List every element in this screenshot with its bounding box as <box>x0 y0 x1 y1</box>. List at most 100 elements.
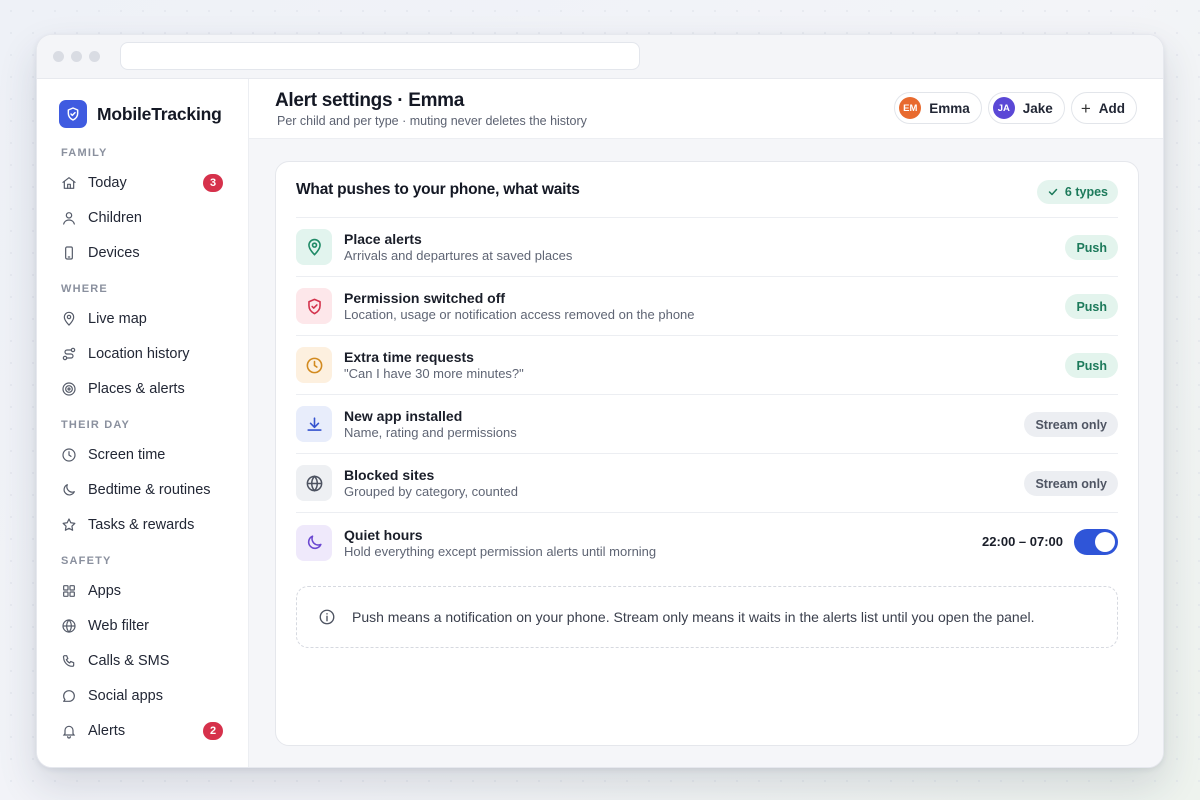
sidebar-item-label: Web filter <box>88 617 149 634</box>
alert-types-card: What pushes to your phone, what waits 6 … <box>275 161 1139 746</box>
sidebar-item-social-apps[interactable]: Social apps <box>59 678 227 713</box>
child-name: Jake <box>1022 100 1053 116</box>
sidebar-item-screen-time[interactable]: Screen time <box>59 437 227 472</box>
sidebar-item-label: Screen time <box>88 446 166 463</box>
child-chip-emma[interactable]: EM Emma <box>894 92 982 124</box>
moon-icon <box>63 483 75 495</box>
alert-row-place-alerts[interactable]: Place alerts Arrivals and departures at … <box>296 218 1118 277</box>
sidebar-item-label: Apps <box>88 582 122 599</box>
alert-row-extra-time-requests[interactable]: Extra time requests "Can I have 30 more … <box>296 336 1118 395</box>
sidebar-item-live-map[interactable]: Live map <box>59 301 227 336</box>
info-note-text: Push means a notification on your phone.… <box>352 609 1035 625</box>
sidebar: MobileTracking FAMILY Today 3 Children D… <box>37 79 249 767</box>
map-pin-icon <box>63 311 75 326</box>
alert-row-title: Extra time requests <box>344 349 474 365</box>
types-count-label: 6 types <box>1064 185 1108 199</box>
sidebar-item-today[interactable]: Today 3 <box>59 165 227 200</box>
alert-row-permission-switched-off[interactable]: Permission switched off Location, usage … <box>296 277 1118 336</box>
delivery-mode-push[interactable]: Push <box>1065 294 1118 319</box>
alert-row-new-app-installed[interactable]: New app installed Name, rating and permi… <box>296 395 1118 454</box>
alert-row-description: Hold everything except permission alerts… <box>344 543 657 559</box>
sidebar-item-label: Social apps <box>88 687 163 704</box>
unread-badge: 2 <box>203 722 223 740</box>
section-label-where: WHERE <box>61 283 108 295</box>
plus-icon: + <box>1080 98 1091 118</box>
child-name: Emma <box>929 100 970 116</box>
info-icon <box>319 609 335 625</box>
alert-row-blocked-sites[interactable]: Blocked sites Grouped by category, count… <box>296 454 1118 513</box>
sidebar-item-label: Places & alerts <box>88 380 185 397</box>
sidebar-item-label: Calls & SMS <box>88 652 170 669</box>
app-window: MobileTracking FAMILY Today 3 Children D… <box>36 34 1164 768</box>
globe-icon <box>62 618 76 633</box>
browser-chrome <box>37 35 1163 79</box>
brand[interactable]: MobileTracking <box>59 99 248 129</box>
section-label-safety: SAFETY <box>61 555 112 567</box>
alert-row-description: Location, usage or notification access r… <box>344 307 695 322</box>
section-label-their-day: THEIR DAY <box>61 419 131 431</box>
info-note: Push means a notification on your phone.… <box>296 586 1118 648</box>
moon-icon <box>296 524 332 561</box>
sidebar-item-label: Alerts <box>88 722 126 739</box>
sidebar-item-label: Today <box>88 174 127 191</box>
address-bar[interactable] <box>120 42 640 70</box>
sidebar-item-label: Children <box>88 209 142 226</box>
clock-icon <box>296 347 332 383</box>
alert-row-title: Place alerts <box>344 231 422 247</box>
sidebar-item-label: Tasks & rewards <box>88 516 195 533</box>
phone-icon <box>65 245 73 260</box>
delivery-mode-stream[interactable]: Stream only <box>1024 412 1118 437</box>
user-icon <box>63 211 75 225</box>
phone-call-icon <box>62 654 75 667</box>
globe-icon <box>296 465 332 501</box>
home-icon <box>62 176 76 189</box>
brand-name: MobileTracking <box>97 103 222 124</box>
add-child-button[interactable]: + Add <box>1070 92 1137 124</box>
quiet-hours-toggle[interactable] <box>1074 529 1118 555</box>
chat-icon <box>63 689 75 702</box>
unread-badge: 3 <box>203 174 223 192</box>
sidebar-item-apps[interactable]: Apps <box>59 573 227 608</box>
card-header: What pushes to your phone, what waits 6 … <box>296 162 1118 218</box>
sidebar-item-tasks-rewards[interactable]: Tasks & rewards <box>59 507 227 542</box>
clock-icon <box>62 447 76 462</box>
sidebar-item-web-filter[interactable]: Web filter <box>59 608 227 643</box>
delivery-mode-push[interactable]: Push <box>1065 235 1118 260</box>
sidebar-item-children[interactable]: Children <box>59 200 227 235</box>
grid-icon <box>63 584 75 597</box>
target-icon <box>62 381 76 396</box>
sidebar-item-places-alerts[interactable]: Places & alerts <box>59 371 227 406</box>
alert-row-description: Grouped by category, counted <box>344 484 518 499</box>
sidebar-item-devices[interactable]: Devices <box>59 235 227 270</box>
sidebar-item-label: Devices <box>88 244 140 261</box>
avatar: EM <box>899 97 922 119</box>
delivery-mode-push[interactable]: Push <box>1065 353 1118 378</box>
quiet-hours-range[interactable]: 22:00 – 07:00 <box>982 534 1063 549</box>
child-switcher: EM Emma JA Jake + Add <box>894 92 1137 124</box>
window-dot-minimize[interactable] <box>71 51 82 62</box>
route-icon <box>62 347 76 360</box>
bell-icon <box>62 725 76 739</box>
sidebar-item-location-history[interactable]: Location history <box>59 336 227 371</box>
sidebar-item-bedtime-routines[interactable]: Bedtime & routines <box>59 472 227 507</box>
map-pin-icon <box>296 229 332 265</box>
main-content: Alert settings · Emma Per child and per … <box>249 79 1163 767</box>
window-dot-maximize[interactable] <box>89 51 100 62</box>
alert-row-description: Name, rating and permissions <box>344 425 517 440</box>
sidebar-item-label: Location history <box>88 345 190 362</box>
check-icon <box>1048 188 1058 196</box>
shield-logo-icon <box>59 100 87 128</box>
alert-row-description: "Can I have 30 more minutes?" <box>344 366 524 381</box>
window-dot-close[interactable] <box>53 51 64 62</box>
avatar: JA <box>992 97 1015 119</box>
download-icon <box>296 406 332 442</box>
delivery-mode-stream[interactable]: Stream only <box>1024 471 1118 496</box>
alert-row-title: Blocked sites <box>344 467 435 483</box>
alert-row-title: New app installed <box>344 408 463 424</box>
sidebar-item-label: Bedtime & routines <box>88 481 211 498</box>
child-chip-jake[interactable]: JA Jake <box>987 92 1065 124</box>
add-label: Add <box>1098 100 1125 116</box>
sidebar-item-label: Live map <box>88 310 147 327</box>
sidebar-item-calls-sms[interactable]: Calls & SMS <box>59 643 227 678</box>
sidebar-item-alerts[interactable]: Alerts 2 <box>59 713 227 748</box>
